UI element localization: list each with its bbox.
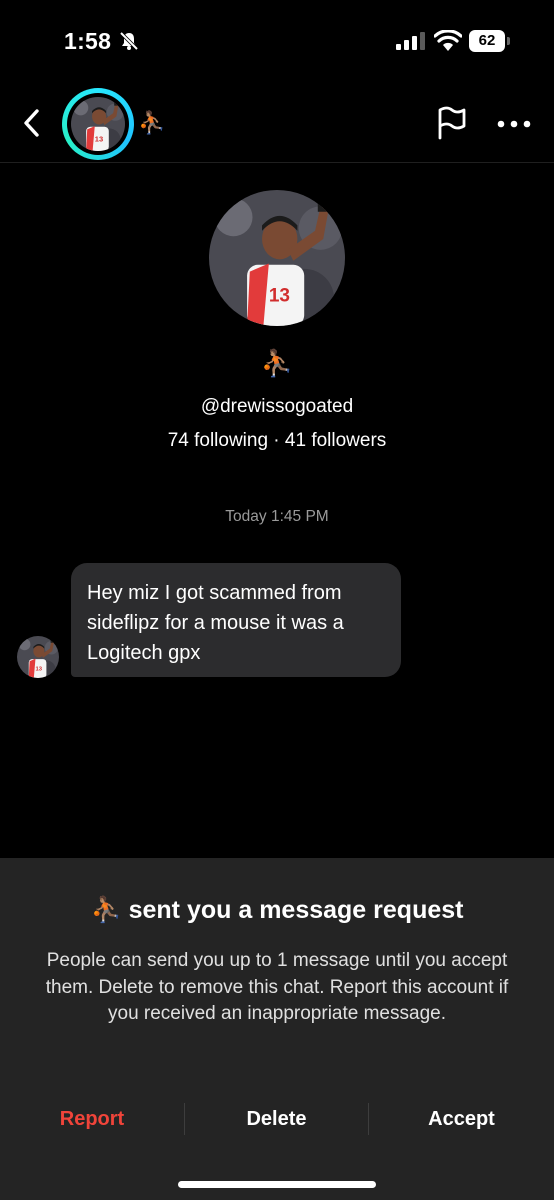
signal-icon <box>396 32 425 50</box>
profile-stats: 74 following · 41 followers <box>167 430 387 451</box>
flag-report-icon[interactable] <box>436 106 468 140</box>
header-avatar-photo <box>71 97 125 151</box>
profile-display-name: ⛹🏽 <box>260 348 294 378</box>
message-request-sheet: ⛹🏽 sent you a message request People can… <box>0 858 554 1200</box>
status-bar: 1:58 62 <box>0 0 554 80</box>
request-actions: Report Delete Accept <box>0 1100 554 1138</box>
battery-tip <box>507 37 510 45</box>
home-indicator[interactable] <box>178 1181 376 1188</box>
back-chevron-icon[interactable] <box>18 106 46 140</box>
message-sender-avatar[interactable] <box>17 636 59 678</box>
battery-level: 62 <box>469 30 505 52</box>
battery-indicator: 62 <box>469 30 511 52</box>
bell-muted-icon <box>119 31 139 51</box>
wifi-icon <box>434 30 462 51</box>
header-avatar[interactable] <box>62 88 134 160</box>
message-text: Hey miz I got scammed from sideflipz for… <box>87 582 344 664</box>
delete-button[interactable]: Delete <box>185 1100 368 1138</box>
header-avatar-ring <box>67 93 129 155</box>
accept-button[interactable]: Accept <box>369 1100 554 1138</box>
status-time: 1:58 <box>64 28 112 54</box>
message-bubble[interactable]: Hey miz I got scammed from sideflipz for… <box>71 563 401 677</box>
header-display-name[interactable]: ⛹🏽 <box>138 110 165 136</box>
report-button[interactable]: Report <box>0 1100 184 1138</box>
more-options-icon[interactable] <box>497 120 531 128</box>
request-title: ⛹🏽 sent you a message request <box>90 896 464 924</box>
message-timestamp: Today 1:45 PM <box>225 508 329 525</box>
profile-username[interactable]: @drewissogoated <box>0 396 554 418</box>
request-description: People can send you up to 1 message unti… <box>45 950 509 1024</box>
chat-header: ⛹🏽 <box>0 84 554 163</box>
profile-avatar[interactable] <box>209 190 345 326</box>
